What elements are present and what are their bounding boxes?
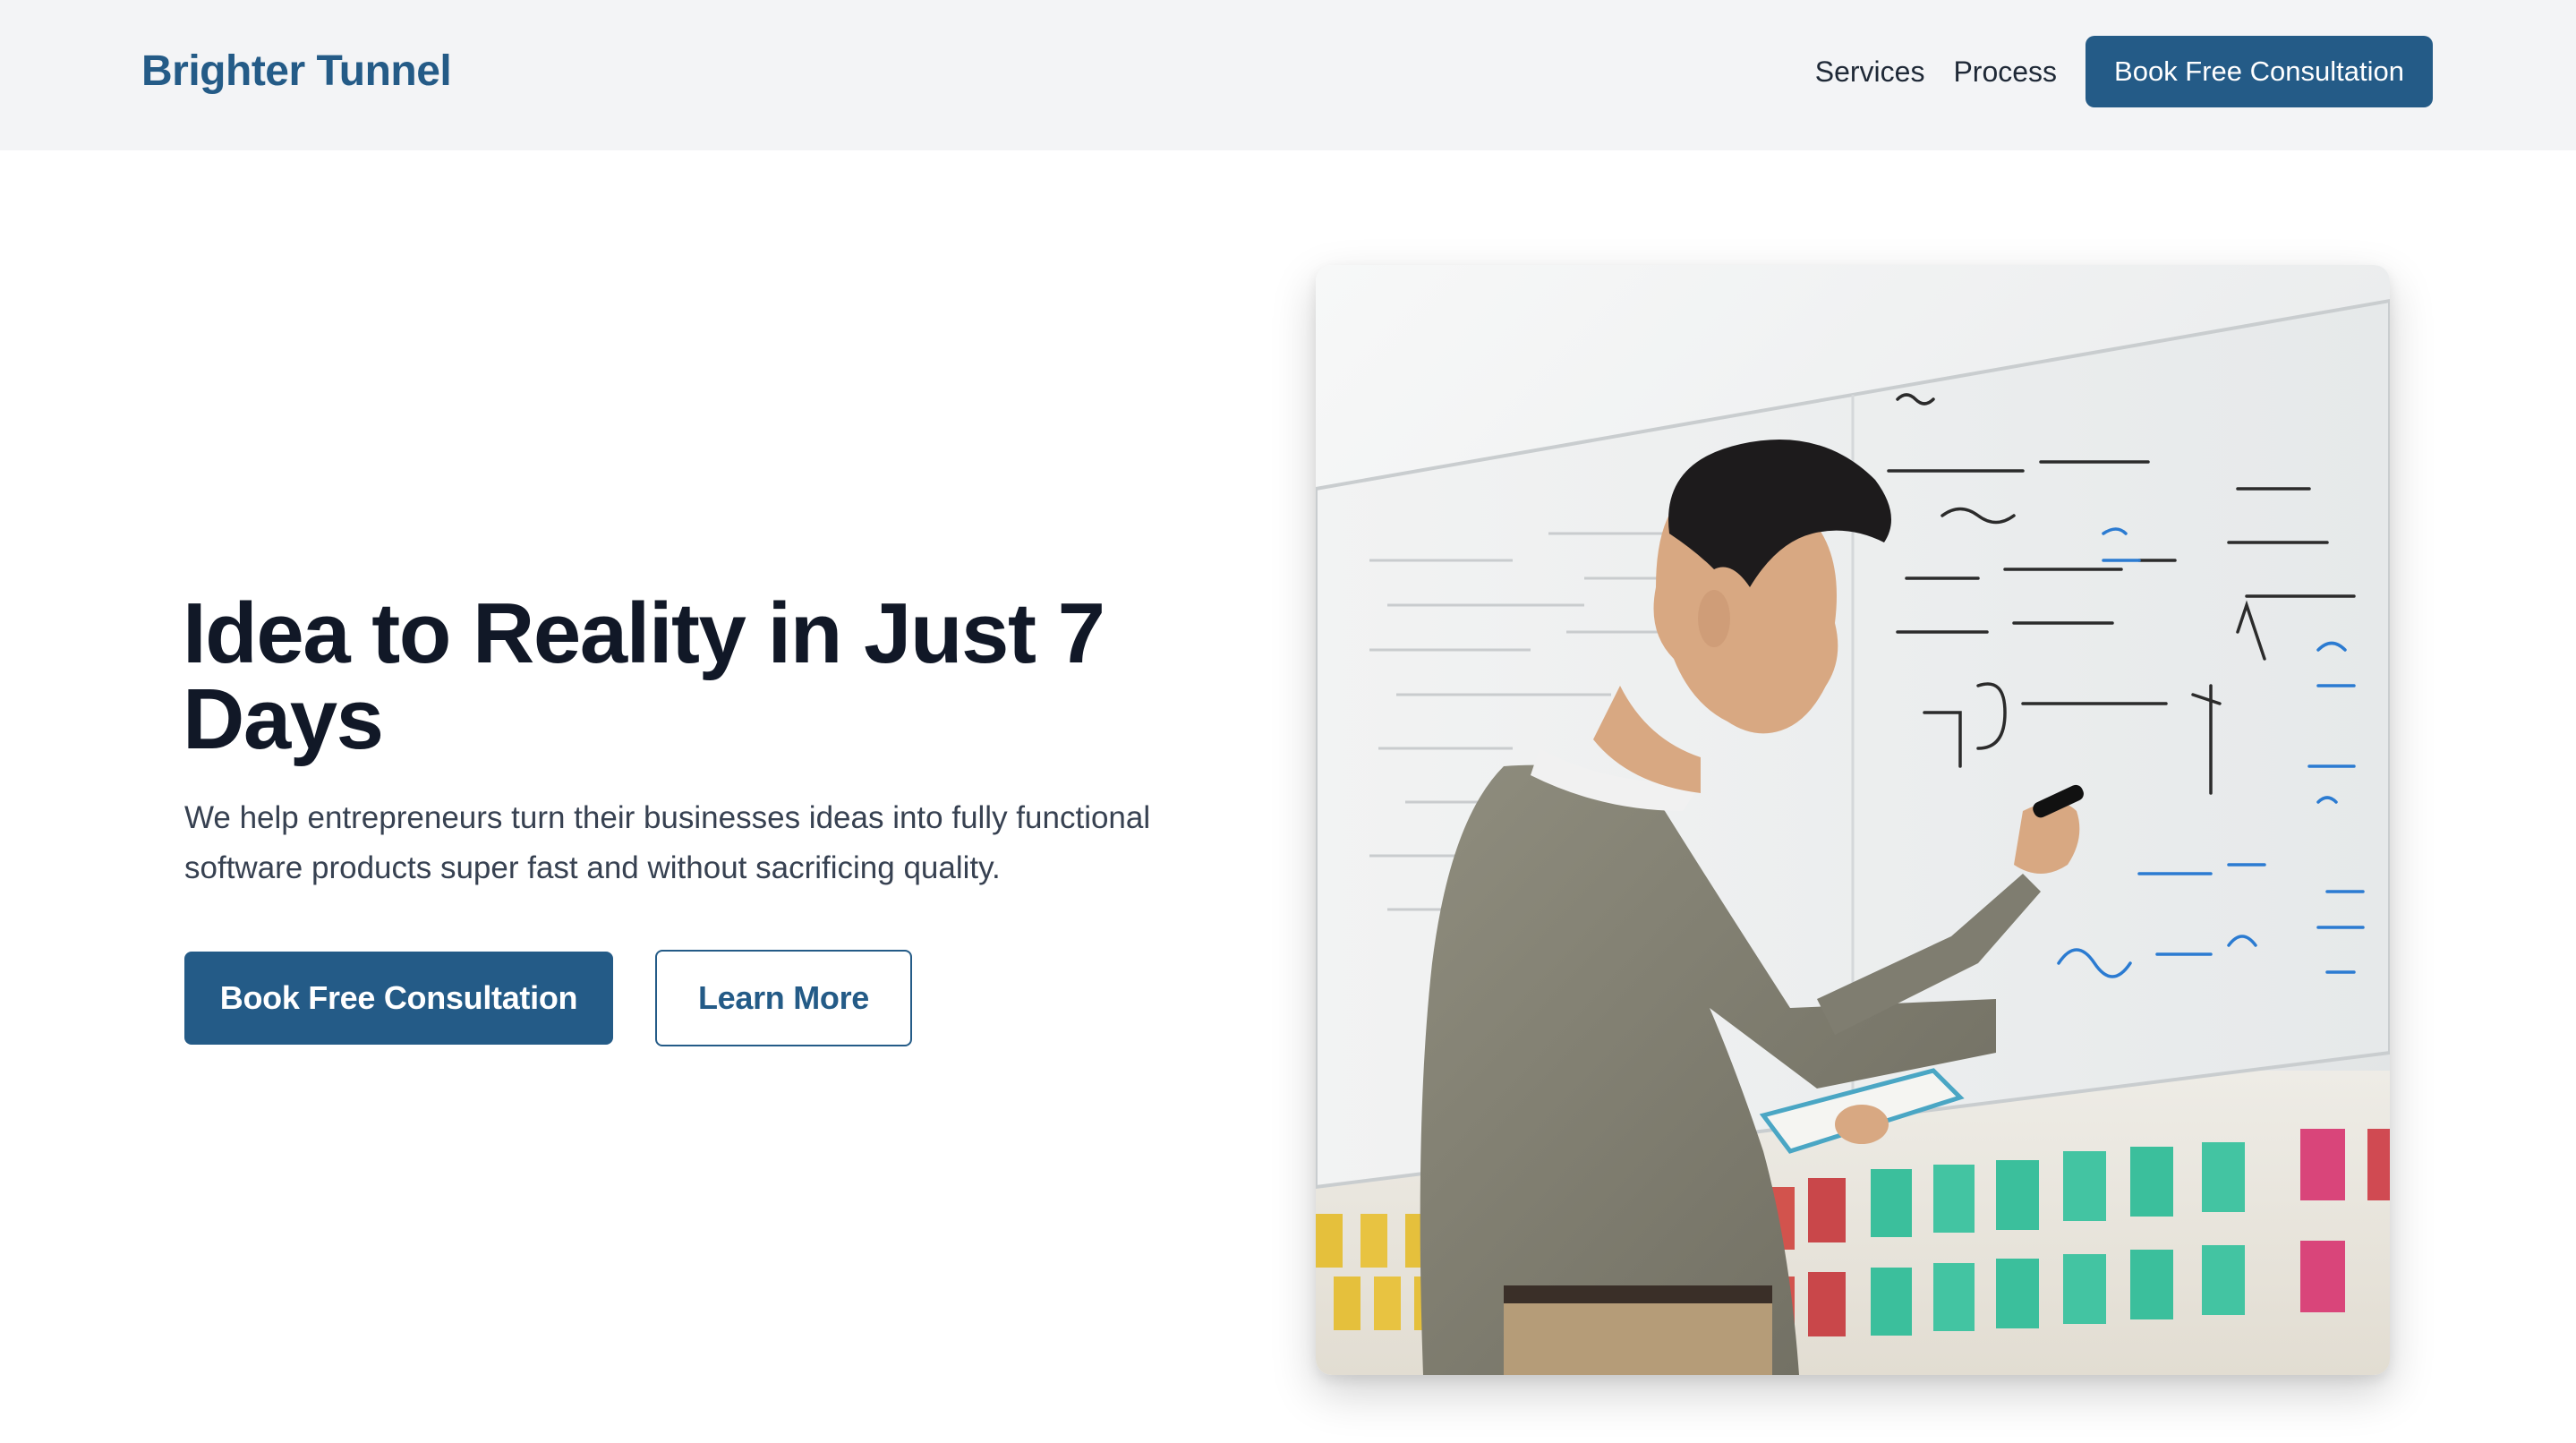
nav-book-consultation-button[interactable]: Book Free Consultation: [2086, 36, 2433, 107]
book-consultation-button[interactable]: Book Free Consultation: [184, 952, 613, 1045]
navbar: Brighter Tunnel Services Process Book Fr…: [0, 0, 2576, 150]
learn-more-button[interactable]: Learn More: [655, 950, 912, 1046]
hero-title: Idea to Reality in Just 7 Days: [183, 585, 1105, 767]
nav-link-process[interactable]: Process: [1953, 56, 2057, 89]
whiteboard-photo-illustration: [1316, 265, 2390, 1375]
hero-image: [1316, 265, 2390, 1375]
brand-logo[interactable]: Brighter Tunnel: [141, 45, 452, 98]
hero-subtitle: We help entrepreneurs turn their busines…: [184, 800, 1151, 885]
nav-link-services[interactable]: Services: [1815, 56, 1925, 89]
nav-links: Services Process Book Free Consultation: [1815, 36, 2433, 107]
